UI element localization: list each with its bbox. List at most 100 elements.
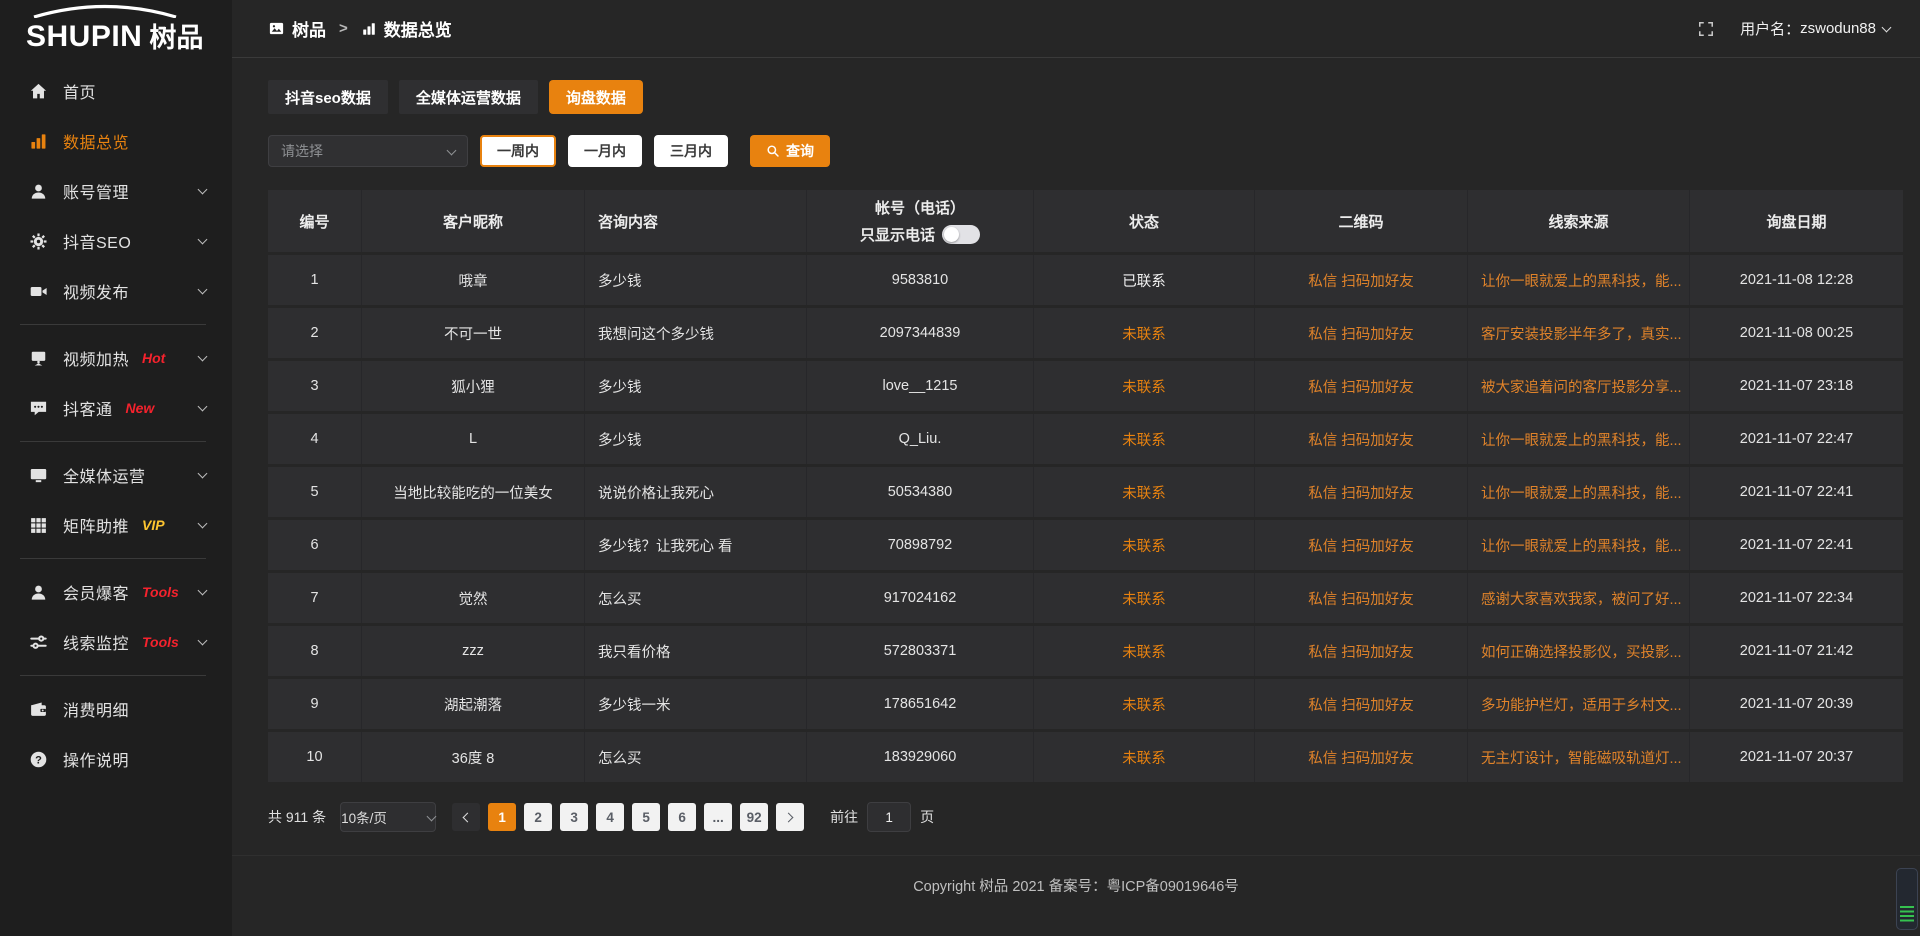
cell-qrcode-link[interactable]: 私信 扫码加好友 [1255, 414, 1468, 464]
goto-suffix: 页 [920, 807, 934, 827]
page-button-4[interactable]: 4 [596, 803, 624, 831]
sidebar-item-label: 抖客通 [63, 396, 113, 420]
sidebar-item-matrix-boost[interactable]: 矩阵助推VIP [0, 500, 232, 550]
cell-status: 未联系 [1034, 467, 1255, 517]
corner-widget[interactable] [1896, 868, 1918, 930]
cell-source-link[interactable]: 让你一眼就爱上的黑科技，能... [1468, 414, 1690, 464]
sidebar-item-home[interactable]: 首页 [0, 66, 232, 116]
search-icon [766, 144, 780, 158]
page-button-2[interactable]: 2 [524, 803, 552, 831]
phone-only-toggle[interactable] [942, 225, 980, 244]
chevron-down-icon[interactable] [1882, 23, 1892, 33]
sidebar-item-badge: Tools [142, 584, 179, 600]
sidebar-item-expense-detail[interactable]: 消费明细 [0, 684, 232, 734]
cell-source-link[interactable]: 多功能护栏灯，适用于乡村文... [1468, 679, 1690, 729]
sidebar-item-douyin-seo[interactable]: 抖音SEO [0, 216, 232, 266]
cell-qrcode-link[interactable]: 私信 扫码加好友 [1255, 520, 1468, 570]
bar-chart-icon [28, 131, 48, 151]
cell-source-link[interactable]: 让你一眼就爱上的黑科技，能... [1468, 520, 1690, 570]
monitor-icon [28, 465, 48, 485]
tab-media-operation-data[interactable]: 全媒体运营数据 [399, 80, 538, 114]
page-button-3[interactable]: 3 [560, 803, 588, 831]
next-page-button[interactable] [776, 803, 804, 831]
cell-source-link[interactable]: 让你一眼就爱上的黑科技，能... [1468, 255, 1690, 305]
sidebar-item-clue-monitor[interactable]: 线索监控Tools [0, 617, 232, 667]
cell-status: 未联系 [1034, 573, 1255, 623]
cell-source-link[interactable]: 让你一眼就爱上的黑科技，能... [1468, 467, 1690, 517]
cell-source-link[interactable]: 被大家追着问的客厅投影分享... [1468, 361, 1690, 411]
cell-source-link[interactable]: 无主灯设计，智能磁吸轨道灯... [1468, 732, 1690, 782]
goto-wrap: 前往 1 页 [830, 802, 934, 832]
goto-label: 前往 [830, 807, 858, 827]
cell-account: 183929060 [807, 732, 1034, 782]
cell-status: 未联系 [1034, 414, 1255, 464]
sidebar-item-badge: New [126, 400, 155, 416]
cell-source-link[interactable]: 客厅安装投影半年多了，真实... [1468, 308, 1690, 358]
page-button-5[interactable]: 5 [632, 803, 660, 831]
goto-page-input[interactable]: 1 [867, 802, 911, 832]
range-button-one-month[interactable]: 一月内 [568, 135, 642, 167]
sidebar-item-operation-guide[interactable]: ?操作说明 [0, 734, 232, 784]
page-size-select[interactable]: 10条/页 [340, 802, 436, 832]
logo-text-cn: 树品 [149, 24, 203, 52]
pagination-ellipsis[interactable]: ... [704, 803, 732, 831]
sliders-icon [28, 632, 48, 652]
cell-status: 未联系 [1034, 626, 1255, 676]
user-icon [28, 181, 48, 201]
sidebar-item-data-overview[interactable]: 数据总览 [0, 116, 232, 166]
fullscreen-icon[interactable] [1698, 21, 1714, 37]
sidebar-item-member-burst[interactable]: 会员爆客Tools [0, 567, 232, 617]
col-header-source: 线索来源 [1468, 190, 1690, 252]
cell-qrcode-link[interactable]: 私信 扫码加好友 [1255, 573, 1468, 623]
cell-qrcode-link[interactable]: 私信 扫码加好友 [1255, 255, 1468, 305]
tab-inquiry-data[interactable]: 询盘数据 [549, 80, 643, 114]
sidebar-item-video-heat[interactable]: 视频加热Hot [0, 333, 232, 383]
search-button[interactable]: 查询 [750, 135, 830, 167]
chevron-down-icon [198, 285, 208, 295]
prev-page-button[interactable] [452, 803, 480, 831]
sidebar-item-video-publish[interactable]: 视频发布 [0, 266, 232, 316]
cell-status: 未联系 [1034, 308, 1255, 358]
page-number-group: 123456... 92 [480, 803, 768, 831]
app-icon [268, 20, 285, 37]
range-button-three-month[interactable]: 三月内 [654, 135, 728, 167]
table-row: 5当地比较能吃的一位美女说说价格让我死心50534380未联系私信 扫码加好友让… [268, 467, 1903, 517]
cell-qrcode-link[interactable]: 私信 扫码加好友 [1255, 732, 1468, 782]
table-row: 3狐小狸多少钱love__1215未联系私信 扫码加好友被大家追着问的客厅投影分… [268, 361, 1903, 411]
cell-qrcode-link[interactable]: 私信 扫码加好友 [1255, 467, 1468, 517]
page-button-92[interactable]: 92 [740, 803, 768, 831]
chevron-down-icon [447, 145, 457, 155]
tab-douyin-seo-data[interactable]: 抖音seo数据 [268, 80, 388, 114]
toggle-knob [944, 227, 959, 242]
sidebar: SHUPIN 树品 首页数据总览账号管理抖音SEO视频发布视频加热Hot抖客通N… [0, 0, 232, 936]
sidebar-item-label: 账号管理 [63, 179, 129, 203]
cell-nickname: 湖起潮落 [362, 679, 585, 729]
cell-qrcode-link[interactable]: 私信 扫码加好友 [1255, 626, 1468, 676]
cell-qrcode-link[interactable]: 私信 扫码加好友 [1255, 361, 1468, 411]
col-header-status: 状态 [1034, 190, 1255, 252]
sidebar-item-douketong[interactable]: 抖客通 New [0, 383, 232, 433]
username-value[interactable]: zswodun88 [1800, 20, 1876, 37]
sidebar-divider [20, 558, 206, 559]
cell-status: 未联系 [1034, 679, 1255, 729]
cell-source-link[interactable]: 感谢大家喜欢我家，被问了好... [1468, 573, 1690, 623]
page-button-6[interactable]: 6 [668, 803, 696, 831]
col-header-date: 询盘日期 [1690, 190, 1903, 252]
filter-select[interactable]: 请选择 [268, 135, 468, 167]
cell-date: 2021-11-07 20:39 [1690, 679, 1903, 729]
col-header-qrcode: 二维码 [1255, 190, 1468, 252]
cell-no: 6 [268, 520, 362, 570]
table-row: 9湖起潮落多少钱一米178651642未联系私信 扫码加好友多功能护栏灯，适用于… [268, 679, 1903, 729]
sidebar-item-media-operation[interactable]: 全媒体运营 [0, 450, 232, 500]
home-icon [28, 81, 48, 101]
sidebar-divider [20, 675, 206, 676]
cell-qrcode-link[interactable]: 私信 扫码加好友 [1255, 679, 1468, 729]
sidebar-item-account-manage[interactable]: 账号管理 [0, 166, 232, 216]
range-button-one-week[interactable]: 一周内 [480, 135, 556, 167]
cell-nickname: 不可一世 [362, 308, 585, 358]
cell-source-link[interactable]: 如何正确选择投影仪，买投影... [1468, 626, 1690, 676]
page-button-1[interactable]: 1 [488, 803, 516, 831]
col-header-nickname: 客户昵称 [362, 190, 585, 252]
breadcrumb-app[interactable]: 树品 [292, 16, 326, 41]
cell-qrcode-link[interactable]: 私信 扫码加好友 [1255, 308, 1468, 358]
